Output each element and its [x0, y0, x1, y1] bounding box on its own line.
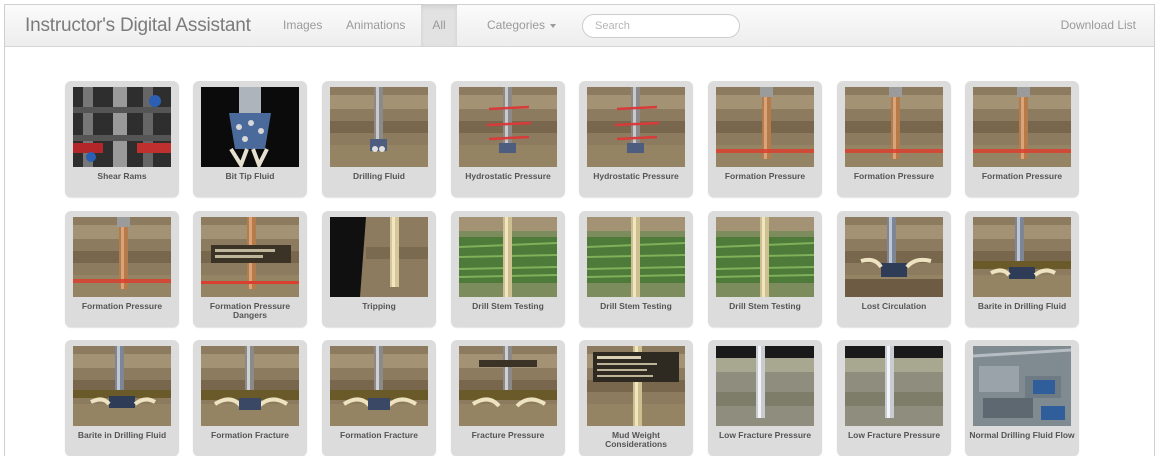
- nav-all[interactable]: All: [421, 5, 457, 46]
- formation-fracture-thumbnail[interactable]: [330, 346, 428, 426]
- media-tile[interactable]: Low Fracture Pressure: [708, 340, 822, 456]
- media-tile[interactable]: Drill Stem Testing: [708, 211, 822, 327]
- normal-drilling-fluid-flow-thumbnail[interactable]: [973, 346, 1071, 426]
- lost-circulation-thumbnail[interactable]: [845, 217, 943, 297]
- hydrostatic-pressure-thumbnail[interactable]: [587, 87, 685, 167]
- media-tile[interactable]: Low Fracture Pressure: [837, 340, 951, 456]
- caret-down-icon: [550, 23, 557, 28]
- media-tile-label: Drill Stem Testing: [600, 301, 672, 311]
- drill-stem-testing-thumbnail[interactable]: [716, 217, 814, 297]
- drill-stem-testing-thumbnail[interactable]: [587, 217, 685, 297]
- media-tile[interactable]: Tripping: [322, 211, 436, 327]
- media-tile-label: Barite in Drilling Fluid: [77, 430, 167, 440]
- media-tile[interactable]: Formation Fracture: [322, 340, 436, 456]
- media-tile-label: Mud Weight Considerations: [605, 430, 667, 449]
- media-tile-label: Normal Drilling Fluid Flow: [969, 430, 1075, 440]
- media-tile-label: Formation Pressure: [853, 171, 935, 181]
- media-tile-label: Drill Stem Testing: [472, 301, 544, 311]
- media-tile-label: Formation Fracture: [211, 430, 289, 440]
- media-tile[interactable]: Formation Pressure Dangers: [193, 211, 307, 327]
- formation-pressure-thumbnail[interactable]: [845, 87, 943, 167]
- media-tile[interactable]: Barite in Drilling Fluid: [965, 211, 1079, 327]
- media-tile[interactable]: Bit Tip Fluid: [193, 81, 307, 197]
- media-tile[interactable]: Drilling Fluid: [322, 81, 436, 197]
- media-tile-label: Drilling Fluid: [353, 171, 405, 181]
- categories-label: Categories: [487, 18, 546, 32]
- drilling-fluid-thumbnail[interactable]: [330, 87, 428, 167]
- media-tile[interactable]: Mud Weight Considerations: [579, 340, 693, 456]
- media-tile-label: Barite in Drilling Fluid: [977, 301, 1067, 311]
- low-fracture-pressure-thumbnail[interactable]: [716, 346, 814, 426]
- media-tile-label: Fracture Pressure: [471, 430, 545, 440]
- nav-animations[interactable]: Animations: [346, 5, 405, 46]
- media-tile[interactable]: Formation Pressure: [708, 81, 822, 197]
- formation-pressure-thumbnail[interactable]: [73, 217, 171, 297]
- media-tile-label: Bit Tip Fluid: [225, 171, 275, 181]
- drill-stem-testing-thumbnail[interactable]: [459, 217, 557, 297]
- fracture-pressure-thumbnail[interactable]: [459, 346, 557, 426]
- media-tile-label: Hydrostatic Pressure: [593, 171, 679, 181]
- download-list-link[interactable]: Download List: [1061, 5, 1136, 46]
- media-tile-label: Drill Stem Testing: [729, 301, 801, 311]
- categories-dropdown[interactable]: Categories: [487, 5, 557, 46]
- media-tile[interactable]: Drill Stem Testing: [579, 211, 693, 327]
- navbar: Instructor's Digital Assistant Images An…: [5, 5, 1154, 47]
- media-tile[interactable]: Shear Rams: [65, 81, 179, 197]
- media-tile[interactable]: Fracture Pressure: [451, 340, 565, 456]
- barite-thumbnail[interactable]: [973, 217, 1071, 297]
- mud-weight-thumbnail[interactable]: [587, 346, 685, 426]
- media-tile[interactable]: Normal Drilling Fluid Flow: [965, 340, 1079, 456]
- media-tile-label: Formation Pressure Dangers: [209, 301, 291, 320]
- app-window: Instructor's Digital Assistant Images An…: [4, 4, 1155, 456]
- formation-pressure-thumbnail[interactable]: [973, 87, 1071, 167]
- media-tile[interactable]: Formation Pressure: [837, 81, 951, 197]
- media-tile-label: Low Fracture Pressure: [718, 430, 812, 440]
- media-tile-label: Formation Pressure: [724, 171, 806, 181]
- media-tile[interactable]: Formation Pressure: [65, 211, 179, 327]
- hydrostatic-pressure-thumbnail[interactable]: [459, 87, 557, 167]
- formation-fracture-thumbnail[interactable]: [201, 346, 299, 426]
- formation-pressure-dangers-thumbnail[interactable]: [201, 217, 299, 297]
- media-tile-label: Formation Pressure: [981, 171, 1063, 181]
- media-tile[interactable]: Formation Fracture: [193, 340, 307, 456]
- brand-title[interactable]: Instructor's Digital Assistant: [25, 15, 251, 37]
- media-tile-label: Formation Fracture: [340, 430, 418, 440]
- shear-rams-thumbnail[interactable]: [73, 87, 171, 167]
- media-tile[interactable]: Hydrostatic Pressure: [579, 81, 693, 197]
- media-tile-label: Formation Pressure: [81, 301, 163, 311]
- barite-thumbnail[interactable]: [73, 346, 171, 426]
- media-tile-label: Tripping: [362, 301, 396, 311]
- tripping-thumbnail[interactable]: [330, 217, 428, 297]
- media-tile[interactable]: Lost Circulation: [837, 211, 951, 327]
- nav-images[interactable]: Images: [283, 5, 322, 46]
- search-input[interactable]: [582, 14, 740, 38]
- bit-tip-fluid-thumbnail[interactable]: [201, 87, 299, 167]
- media-tile-label: Lost Circulation: [861, 301, 927, 311]
- formation-pressure-thumbnail[interactable]: [716, 87, 814, 167]
- media-tile-label: Low Fracture Pressure: [847, 430, 941, 440]
- media-tile[interactable]: Barite in Drilling Fluid: [65, 340, 179, 456]
- media-tile-label: Shear Rams: [97, 171, 147, 181]
- media-tile[interactable]: Formation Pressure: [965, 81, 1079, 197]
- media-tile[interactable]: Hydrostatic Pressure: [451, 81, 565, 197]
- media-tile[interactable]: Drill Stem Testing: [451, 211, 565, 327]
- low-fracture-pressure-thumbnail[interactable]: [845, 346, 943, 426]
- media-tile-label: Hydrostatic Pressure: [465, 171, 551, 181]
